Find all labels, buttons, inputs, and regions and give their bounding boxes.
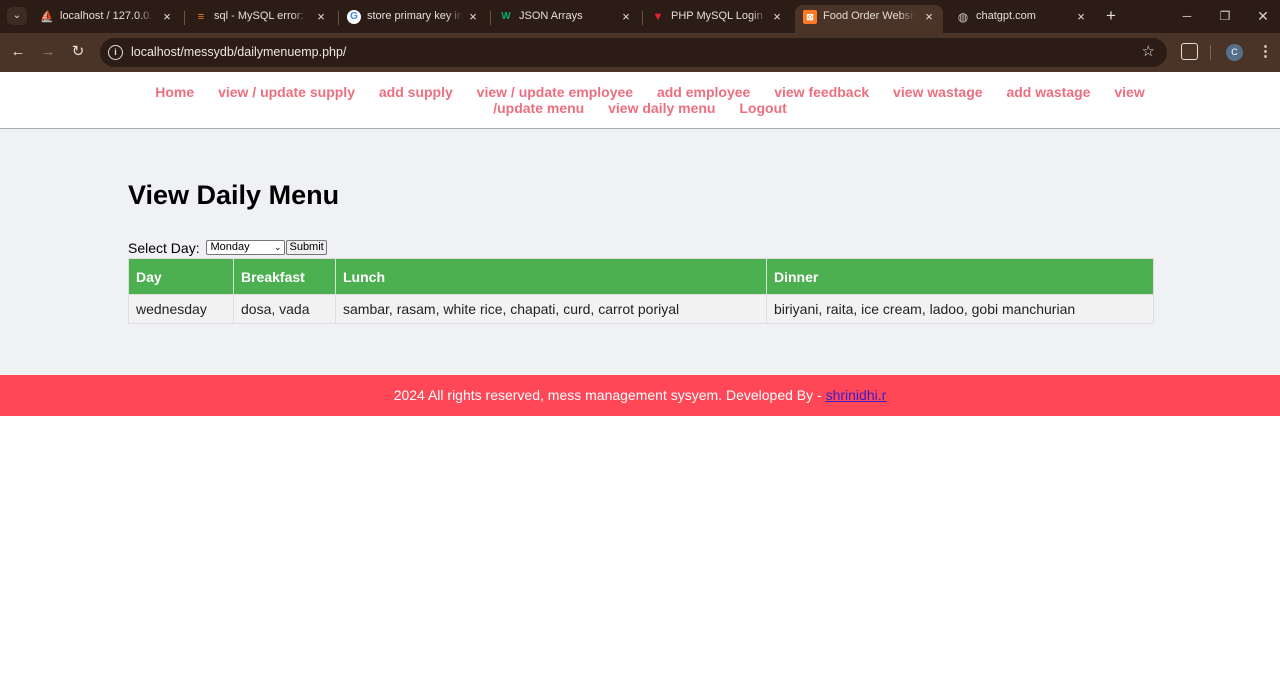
php-tutorial-icon: ▼ <box>652 11 664 23</box>
tab-title: chatgpt.com <box>976 10 1070 23</box>
page-title: View Daily Menu <box>128 180 340 210</box>
new-tab-button[interactable]: + <box>1102 7 1120 25</box>
close-icon[interactable]: × <box>159 9 175 25</box>
close-icon[interactable]: × <box>618 9 634 25</box>
tab-title: store primary key in a <box>367 10 463 23</box>
tab-w3schools[interactable]: W JSON Arrays × <box>491 5 641 33</box>
nav-home[interactable]: Home <box>155 84 194 100</box>
column-header-dinner: Dinner <box>766 258 1154 295</box>
day-select[interactable]: Monday ⌄ <box>206 240 286 255</box>
close-icon[interactable]: × <box>465 9 481 25</box>
window-close-icon[interactable]: ✕ <box>1253 6 1273 26</box>
table-header-row: Day Breakfast Lunch Dinner <box>128 258 1154 295</box>
browser-toolbar: ← → ↻ i localhost/messydb/dailymenuemp.p… <box>0 33 1280 72</box>
google-icon: G <box>347 10 361 24</box>
profile-avatar[interactable]: C <box>1226 44 1243 61</box>
nav-view-wastage[interactable]: view wastage <box>893 84 983 100</box>
tab-title: Food Order Website <box>823 10 915 23</box>
nav-logout[interactable]: Logout <box>739 100 786 116</box>
nav-add-wastage[interactable]: add wastage <box>1006 84 1090 100</box>
nav-view-update-supply[interactable]: view / update supply <box>218 84 355 100</box>
browser-tab-strip: ⌄ ⛵ localhost / 127.0.0.1 / × ≡ sql - My… <box>0 0 1280 33</box>
nav-view-feedback[interactable]: view feedback <box>774 84 869 100</box>
column-header-breakfast: Breakfast <box>233 258 336 295</box>
main-nav: Home view / update supply add supply vie… <box>128 84 1162 116</box>
table-row: wednesday dosa, vada sambar, rasam, whit… <box>128 294 1154 324</box>
tab-title: sql - MySQL error: key <box>214 10 308 23</box>
site-info-icon[interactable]: i <box>108 45 123 60</box>
extensions-icon[interactable] <box>1181 43 1198 60</box>
forward-arrow-icon[interactable]: → <box>39 43 57 61</box>
reload-icon[interactable]: ↻ <box>69 43 87 61</box>
phpmyadmin-icon: ⛵ <box>40 11 54 23</box>
developer-link[interactable]: shrinidhi.r <box>826 387 887 403</box>
day-select-value: Monday <box>210 241 250 253</box>
submit-button[interactable]: Submit <box>286 240 327 255</box>
tab-php-login[interactable]: ▼ PHP MySQL Login Sy × <box>643 5 793 33</box>
nav-add-supply[interactable]: add supply <box>379 84 453 100</box>
footer-text: 2024 All rights reserved, mess managemen… <box>393 387 826 403</box>
tab-phpmyadmin[interactable]: ⛵ localhost / 127.0.0.1 / × <box>32 5 182 33</box>
cell-lunch: sambar, rasam, white rice, chapati, curd… <box>335 294 767 324</box>
address-url[interactable]: localhost/messydb/dailymenuemp.php/ <box>131 45 346 60</box>
cell-breakfast: dosa, vada <box>233 294 336 324</box>
close-icon[interactable]: × <box>1073 9 1089 25</box>
tab-google[interactable]: G store primary key in a × <box>339 5 489 33</box>
site-header: Home view / update supply add supply vie… <box>0 72 1280 129</box>
address-bar[interactable]: i localhost/messydb/dailymenuemp.php/ ☆ <box>100 38 1167 67</box>
stackoverflow-icon: ≡ <box>197 11 205 23</box>
tab-chatgpt[interactable]: ◍ chatgpt.com × <box>948 5 1098 33</box>
close-icon[interactable]: × <box>921 9 937 25</box>
column-header-day: Day <box>128 258 234 295</box>
close-icon[interactable]: × <box>769 9 785 25</box>
select-day-label: Select Day: <box>128 240 200 256</box>
chevron-down-icon: ⌄ <box>273 242 282 252</box>
tab-title: PHP MySQL Login Sy <box>671 10 767 23</box>
nav-add-employee[interactable]: add employee <box>657 84 750 100</box>
minimize-icon[interactable]: ─ <box>1177 6 1197 26</box>
cell-dinner: biriyani, raita, ice cream, ladoo, gobi … <box>766 294 1154 324</box>
tab-food-order-active[interactable]: ⊠ Food Order Website × <box>795 5 943 33</box>
cell-day: wednesday <box>128 294 234 324</box>
tab-title: JSON Arrays <box>519 10 613 23</box>
restore-icon[interactable]: ❐ <box>1215 6 1235 26</box>
daily-menu-table: Day Breakfast Lunch Dinner wednesday dos… <box>128 258 1154 324</box>
globe-icon: ◍ <box>957 10 969 24</box>
tab-title: localhost / 127.0.0.1 / <box>60 10 154 23</box>
tab-stackoverflow[interactable]: ≡ sql - MySQL error: key × <box>186 5 336 33</box>
site-footer: 2024 All rights reserved, mess managemen… <box>0 375 1280 416</box>
w3schools-icon: W <box>501 11 511 22</box>
browser-menu-icon[interactable]: ⋮ <box>1258 43 1273 61</box>
day-select-form: Select Day: Monday ⌄ Submit <box>128 240 327 256</box>
toolbar-separator <box>1210 45 1211 60</box>
tab-separator <box>184 11 185 25</box>
main-content: View Daily Menu Select Day: Monday ⌄ Sub… <box>0 129 1280 375</box>
nav-view-update-employee[interactable]: view / update employee <box>477 84 633 100</box>
bookmark-star-icon[interactable]: ☆ <box>1142 43 1155 61</box>
close-icon[interactable]: × <box>313 9 329 25</box>
tab-search-button[interactable]: ⌄ <box>7 7 27 25</box>
back-arrow-icon[interactable]: ← <box>9 43 27 61</box>
xampp-icon: ⊠ <box>803 10 817 24</box>
column-header-lunch: Lunch <box>335 258 767 295</box>
nav-view-daily-menu[interactable]: view daily menu <box>608 100 715 116</box>
